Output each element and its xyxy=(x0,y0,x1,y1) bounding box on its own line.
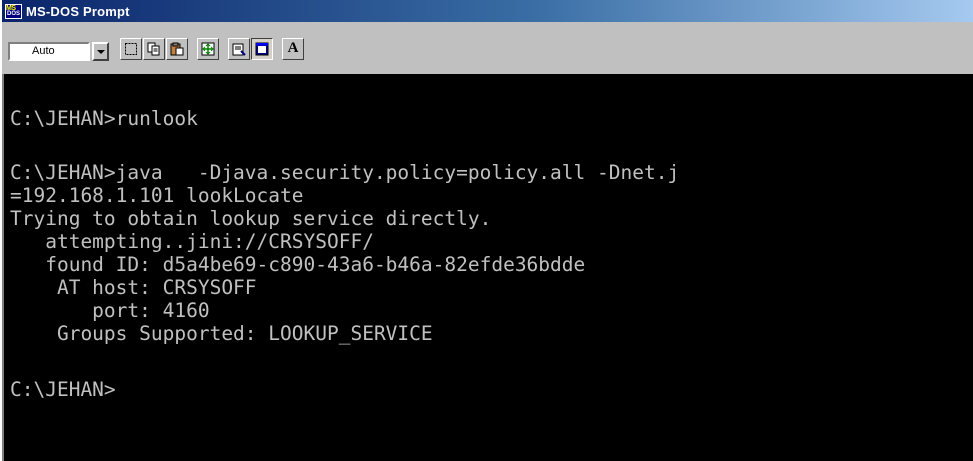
msdos-window: MS DOS MS-DOS Prompt Auto A C:\JEHAN>runl… xyxy=(0,0,973,461)
window-title: MS-DOS Prompt xyxy=(26,3,130,19)
console-line: found ID: d5a4be69-c890-43a6-b46a-82efde… xyxy=(10,253,586,276)
title-bar[interactable]: MS DOS MS-DOS Prompt xyxy=(2,0,973,22)
console-line: port: 4160 xyxy=(10,299,210,322)
properties-icon xyxy=(232,43,246,56)
mark-icon xyxy=(125,43,137,55)
console-output[interactable]: C:\JEHAN>runlook C:\JEHAN>java -Djava.se… xyxy=(2,74,973,461)
msdos-app-icon[interactable]: MS DOS xyxy=(4,2,22,20)
mark-button[interactable] xyxy=(120,38,142,60)
dropdown-arrow-icon[interactable] xyxy=(92,42,109,61)
console-line: attempting..jini://CRSYSOFF/ xyxy=(10,230,374,253)
properties-button[interactable] xyxy=(228,38,250,60)
fullscreen-icon xyxy=(201,42,215,56)
font-size-select[interactable]: Auto xyxy=(8,42,90,61)
background-button[interactable] xyxy=(251,38,273,60)
font-button[interactable]: A xyxy=(282,38,304,60)
console-line: C:\JEHAN>runlook xyxy=(10,107,198,130)
paste-icon xyxy=(170,42,184,56)
copy-button[interactable] xyxy=(143,38,165,60)
console-line: AT host: CRSYSOFF xyxy=(10,276,257,299)
toolbar: Auto A xyxy=(2,24,973,72)
background-icon xyxy=(255,42,269,56)
console-line: Trying to obtain lookup service directly… xyxy=(10,207,492,230)
console-line: =192.168.1.101 lookLocate xyxy=(10,184,304,207)
console-line: C:\JEHAN> xyxy=(10,378,116,401)
console-line: Groups Supported: LOOKUP_SERVICE xyxy=(10,322,433,345)
fullscreen-button[interactable] xyxy=(197,38,219,60)
font-icon: A xyxy=(287,40,299,56)
paste-button[interactable] xyxy=(166,38,188,60)
copy-icon xyxy=(147,42,160,56)
console-line: C:\JEHAN>java -Djava.security.policy=pol… xyxy=(10,161,680,184)
